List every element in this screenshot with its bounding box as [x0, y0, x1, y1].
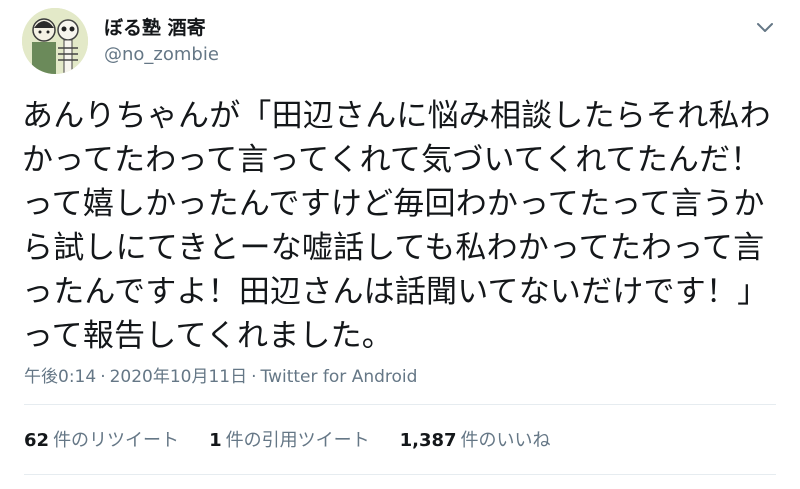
tweet-text-line: ったんですよ！田辺さんは話聞いてないだけです！」: [22, 274, 769, 310]
tweet-card: ぼる塾 酒寄 @no_zombie あんりちゃんが「田辺さんに悩み相談したらそれ…: [0, 0, 800, 489]
tweet-source[interactable]: Twitter for Android: [261, 367, 418, 387]
retweets-label: 件のリツイート: [53, 430, 180, 451]
tweet-meta: 午後0:14 · 2020年10月11日 · Twitter for Android: [24, 362, 417, 387]
tweet-time[interactable]: 午後0:14: [24, 367, 96, 387]
likes-stat[interactable]: 1,387 件のいいね: [400, 426, 551, 452]
tweet-text: あんりちゃんが「田辺さんに悩み相談したらそれ私わ かってたわって言ってくれて気づ…: [22, 94, 782, 358]
quotes-label: 件の引用ツイート: [225, 430, 370, 451]
tweet-text-line: かってたわって言ってくれて気づいてくれてたんだ！: [22, 142, 762, 178]
quotes-stat[interactable]: 1 件の引用ツイート: [209, 426, 370, 452]
user-handle[interactable]: @no_zombie: [104, 44, 219, 65]
divider: [24, 474, 776, 475]
avatar-illustration-icon: [22, 8, 88, 74]
likes-count: 1,387: [399, 430, 457, 451]
divider: [24, 404, 776, 405]
chevron-down-icon: [757, 23, 773, 32]
tweet-text-line: って報告してくれました。: [22, 318, 393, 354]
tweet-text-line: あんりちゃんが「田辺さんに悩み相談したらそれ私わ: [22, 98, 771, 134]
quotes-count: 1: [209, 430, 222, 451]
meta-separator: ·: [251, 367, 257, 387]
tweet-stats: 62 件のリツイート 1 件の引用ツイート 1,387 件のいいね: [24, 426, 551, 452]
retweets-count: 62: [24, 430, 50, 451]
more-options-button[interactable]: [754, 16, 776, 38]
tweet-date[interactable]: 2020年10月11日: [110, 367, 248, 387]
likes-label: 件のいいね: [460, 430, 551, 451]
tweet-text-line: って嬉しかったんですけど毎回わかってたって言うか: [22, 186, 765, 222]
retweets-stat[interactable]: 62 件のリツイート: [24, 426, 179, 452]
tweet-text-line: ら試しにてきとーな嘘話しても私わかってたわって言: [22, 230, 765, 266]
avatar[interactable]: [22, 8, 88, 74]
meta-separator: ·: [100, 367, 106, 387]
display-name[interactable]: ぼる塾 酒寄: [104, 13, 206, 40]
